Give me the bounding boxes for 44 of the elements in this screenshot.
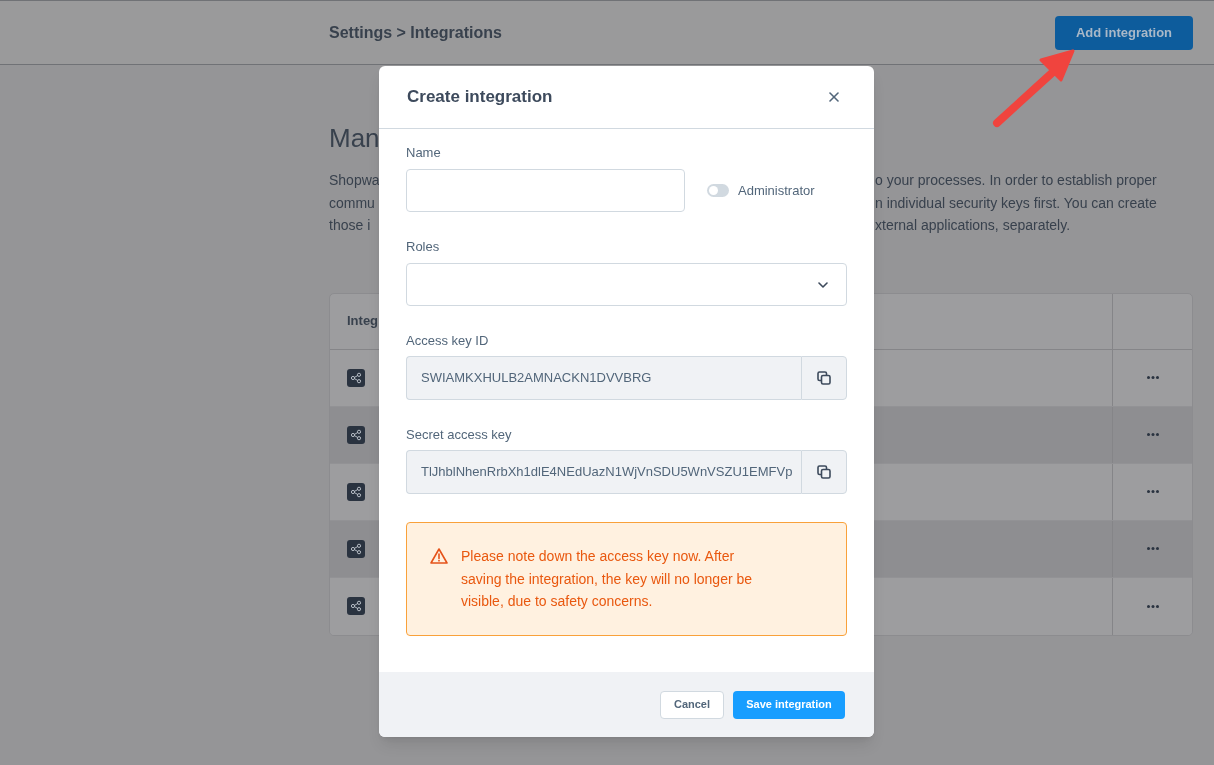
administrator-toggle[interactable] bbox=[707, 184, 729, 197]
ellipsis-icon bbox=[1146, 376, 1159, 379]
ellipsis-icon bbox=[1146, 490, 1159, 493]
description-text: o your processes. In order to establish proper bbox=[875, 171, 1157, 190]
field-label: Access key ID bbox=[406, 333, 489, 349]
cancel-button[interactable]: Cancel bbox=[660, 690, 724, 719]
modal-title: Create integration bbox=[407, 86, 553, 109]
chevron-down-icon bbox=[818, 281, 828, 288]
more-button[interactable] bbox=[1144, 602, 1161, 610]
copy-icon bbox=[817, 371, 831, 385]
more-button[interactable] bbox=[1144, 431, 1161, 438]
more-button[interactable] bbox=[1144, 488, 1161, 495]
more-button[interactable] bbox=[1144, 374, 1161, 381]
share-icon bbox=[347, 425, 365, 444]
copy-button[interactable] bbox=[801, 356, 847, 400]
ellipsis-icon bbox=[1146, 547, 1159, 550]
share-icon bbox=[347, 482, 365, 501]
share-icon bbox=[347, 597, 365, 615]
ellipsis-icon bbox=[1146, 433, 1159, 436]
field-label: Name bbox=[406, 145, 441, 161]
breadcrumb: Settings > Integrations bbox=[329, 22, 502, 43]
toggle-label: Administrator bbox=[738, 181, 815, 200]
save-button[interactable]: Save integration bbox=[733, 690, 845, 719]
share-icon bbox=[347, 368, 365, 387]
description-text: those i bbox=[329, 217, 371, 233]
page-heading: Man bbox=[329, 122, 380, 154]
close-button[interactable] bbox=[829, 92, 839, 102]
column-header: Integ bbox=[347, 312, 379, 331]
copy-button[interactable] bbox=[801, 450, 847, 494]
name-input[interactable] bbox=[406, 169, 685, 212]
description-text: xternal applications, separately. bbox=[875, 216, 1071, 235]
description-text: n individual security keys first. You can create bbox=[875, 193, 1157, 213]
ellipsis-icon bbox=[1146, 604, 1159, 608]
description-text: Shopwa bbox=[329, 172, 380, 188]
copy-icon bbox=[817, 465, 831, 479]
more-button[interactable] bbox=[1144, 545, 1161, 552]
field-label: Roles bbox=[406, 239, 440, 255]
warning-icon bbox=[430, 548, 448, 564]
share-icon bbox=[347, 539, 365, 558]
close-icon bbox=[829, 92, 839, 102]
add-integration-button[interactable]: Add integration bbox=[1055, 15, 1193, 50]
description-text: commu bbox=[329, 194, 375, 211]
warning-text: Please note down the access key now. After saving the integration, the key will no longer be visible, due to safety concerns. bbox=[461, 547, 754, 611]
field-label: Secret access key bbox=[406, 427, 512, 443]
